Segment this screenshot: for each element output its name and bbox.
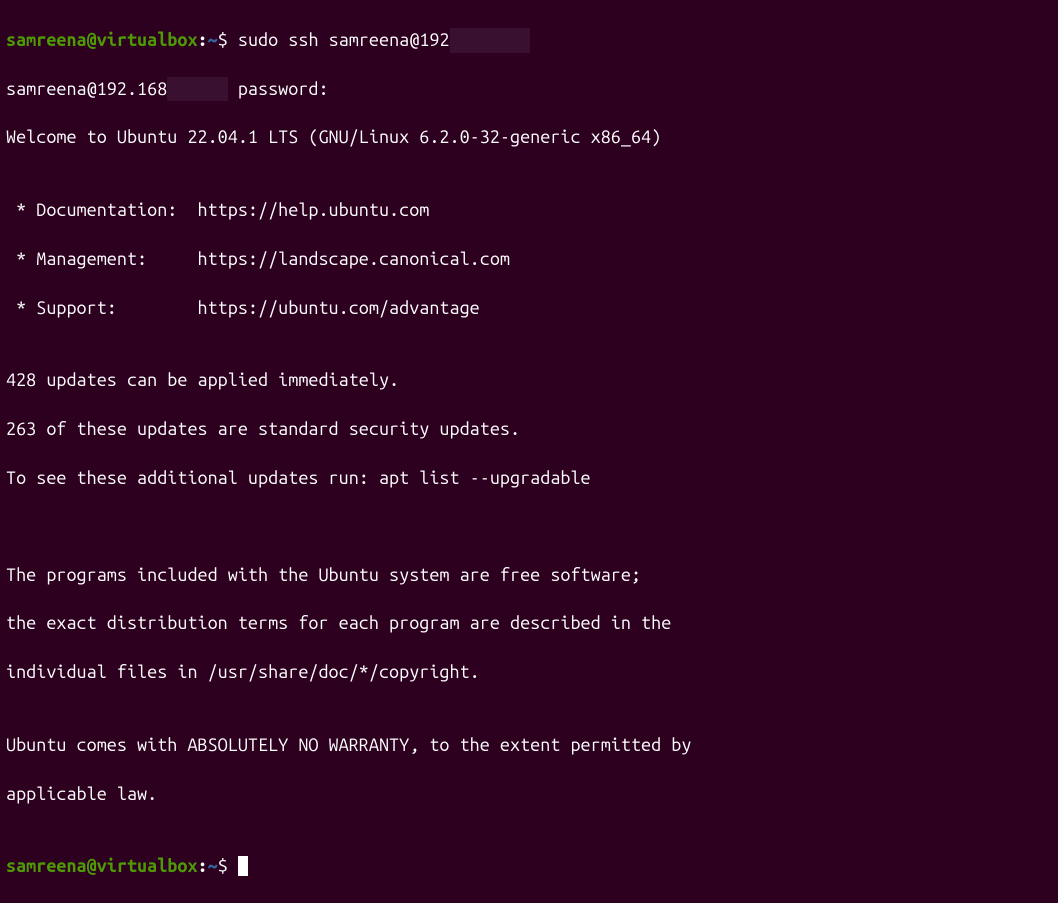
password-prompt: samreena@192.168 password: [6,77,1052,101]
programs-line-3: individual files in /usr/share/doc/*/cop… [6,660,1052,684]
prompt-colon: : [198,30,208,50]
command-line-2: samreena@virtualbox:~$ [6,854,1052,878]
prompt-path: ~ [208,856,218,876]
prompt-dollar: $ [218,30,238,50]
support-link: * Support: https://ubuntu.com/advantage [6,296,1052,320]
updates-line-3: To see these additional updates run: apt… [6,466,1052,490]
prompt-user-host: samreena@virtualbox [6,856,198,876]
programs-line-1: The programs included with the Ubuntu sy… [6,563,1052,587]
welcome-message: Welcome to Ubuntu 22.04.1 LTS (GNU/Linux… [6,125,1052,149]
redacted-ip-1 [450,28,531,52]
command-line-1: samreena@virtualbox:~$ sudo ssh samreena… [6,28,1052,52]
command-text: sudo ssh samreena@192 [238,30,450,50]
pw-suffix: password: [228,79,329,99]
warranty-line-2: applicable law. [6,782,1052,806]
pw-prefix: samreena@192.168 [6,79,167,99]
updates-line-2: 263 of these updates are standard securi… [6,417,1052,441]
cursor [238,856,248,876]
warranty-line-1: Ubuntu comes with ABSOLUTELY NO WARRANTY… [6,733,1052,757]
updates-line-1: 428 updates can be applied immediately. [6,368,1052,392]
prompt-path: ~ [208,30,218,50]
redacted-ip-2 [167,77,227,101]
mgmt-link: * Management: https://landscape.canonica… [6,247,1052,271]
prompt-user-host: samreena@virtualbox [6,30,198,50]
programs-line-2: the exact distribution terms for each pr… [6,611,1052,635]
prompt-dollar: $ [218,856,238,876]
prompt-colon: : [198,856,208,876]
doc-link: * Documentation: https://help.ubuntu.com [6,198,1052,222]
terminal-output[interactable]: samreena@virtualbox:~$ sudo ssh samreena… [6,4,1052,903]
